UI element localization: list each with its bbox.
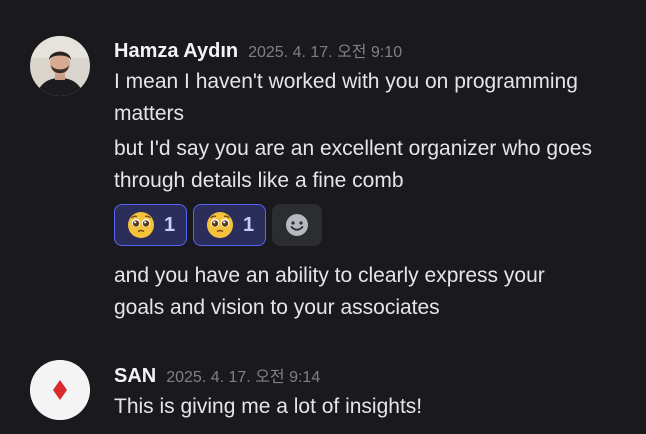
message-text: goals and vision to your associates	[114, 296, 440, 319]
timestamp[interactable]: 2025. 4. 17. 오전 9:10	[248, 38, 402, 62]
red-diamond-icon	[30, 360, 90, 420]
avatar[interactable]	[30, 360, 90, 420]
user-photo-icon	[30, 36, 90, 96]
message-text: through details like a fine comb	[114, 169, 404, 192]
avatar[interactable]	[30, 36, 90, 96]
pleading-face-icon	[127, 212, 154, 238]
username[interactable]: SAN	[114, 365, 156, 388]
timestamp[interactable]: 2025. 4. 17. 오전 9:14	[166, 363, 320, 387]
message-header: SAN 2025. 4. 17. 오전 9:14	[114, 363, 320, 388]
add-reaction-button[interactable]	[272, 204, 322, 246]
message-text: I mean I haven't worked with you on prog…	[114, 70, 578, 93]
reactions-bar: 1 1	[114, 204, 322, 246]
reaction-count: 1	[163, 213, 176, 236]
message-text: This is giving me a lot of insights!	[114, 395, 423, 418]
pleading-face-icon	[206, 212, 233, 238]
message-text: and you have an ability to clearly expre…	[114, 264, 545, 287]
message-text: but I'd say you are an excellent organiz…	[114, 137, 592, 160]
chat-messages: Hamza Aydın 2025. 4. 17. 오전 9:10 I mean …	[0, 0, 646, 434]
username[interactable]: Hamza Aydın	[114, 40, 238, 63]
message-text: matters	[114, 102, 185, 125]
reaction-count: 1	[242, 213, 255, 236]
reaction-pill[interactable]: 1	[114, 204, 187, 246]
smiley-icon	[286, 214, 308, 236]
message-header: Hamza Aydın 2025. 4. 17. 오전 9:10	[114, 38, 402, 63]
reaction-pill[interactable]: 1	[193, 204, 266, 246]
